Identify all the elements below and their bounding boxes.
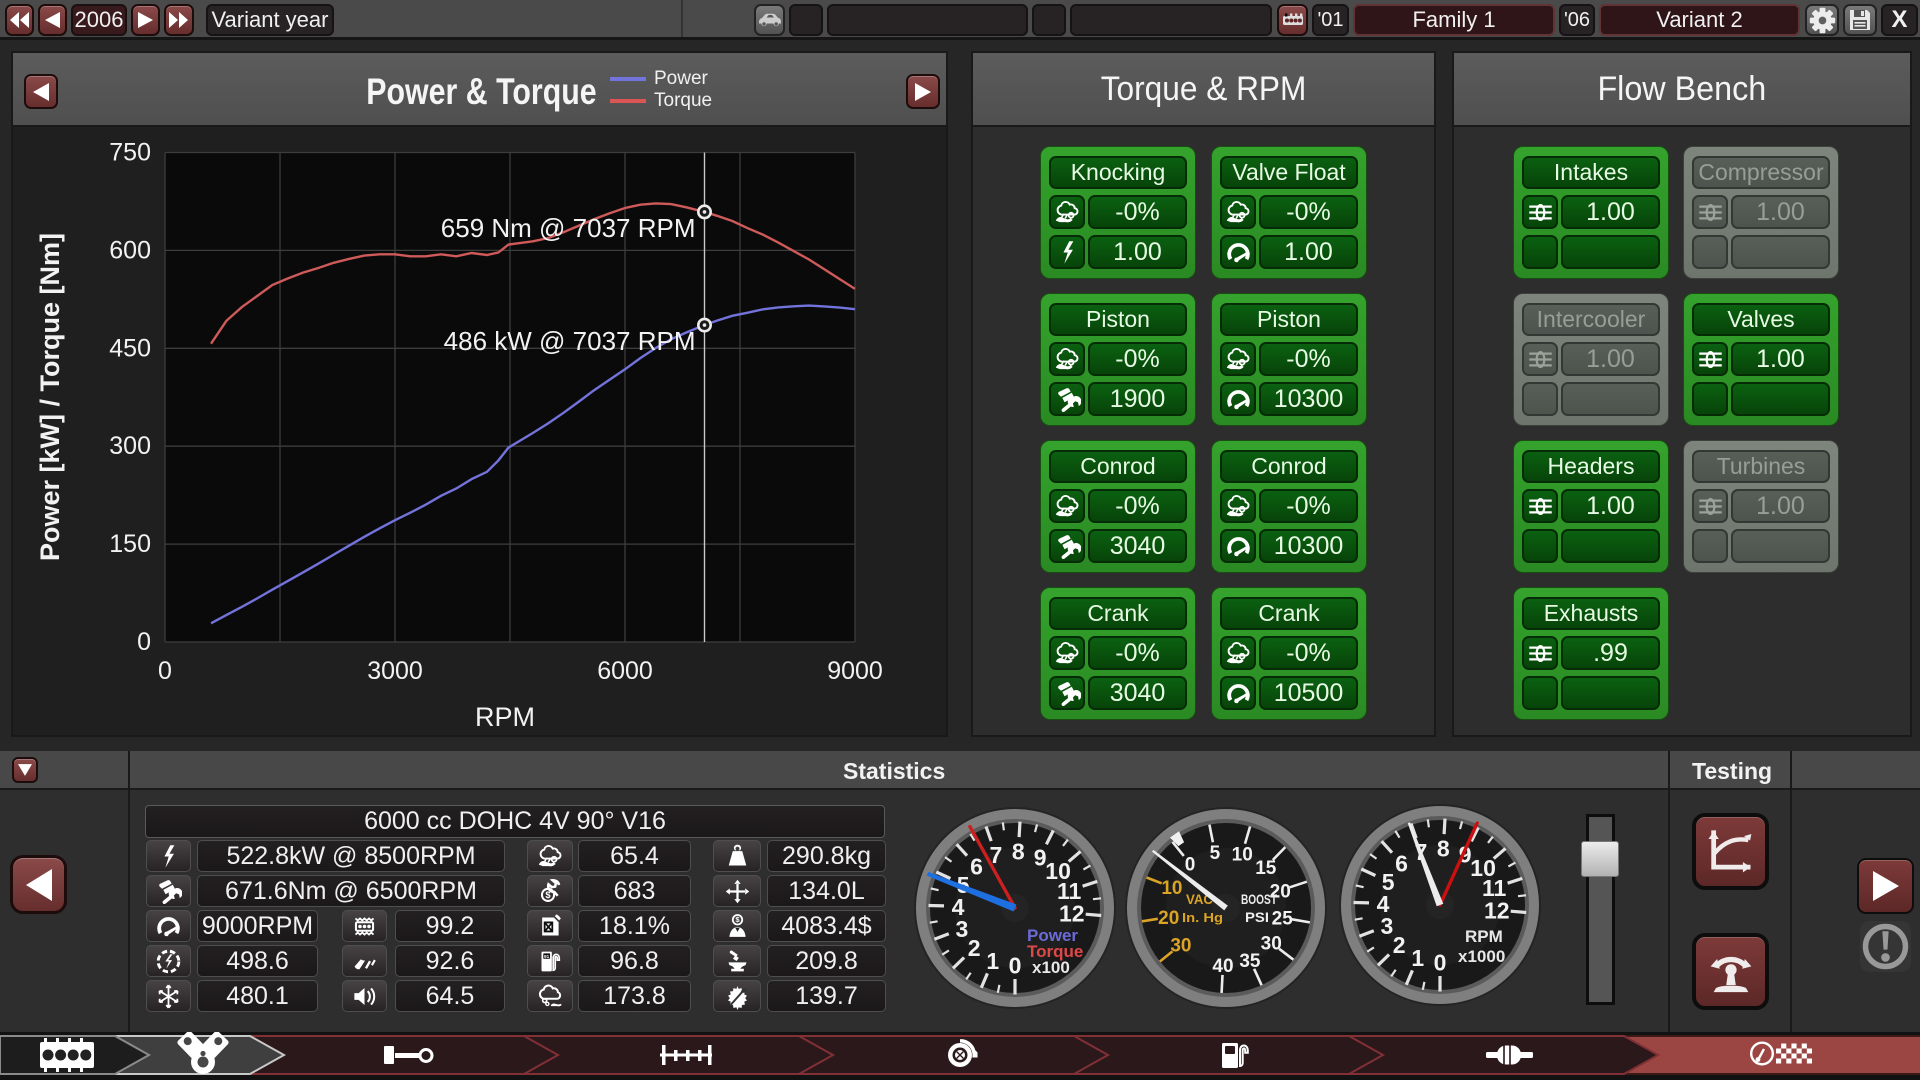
svg-text:35: 35 bbox=[1239, 951, 1261, 972]
svg-text:659 Nm @ 7037 RPM: 659 Nm @ 7037 RPM bbox=[441, 213, 696, 243]
svg-text:30: 30 bbox=[1170, 936, 1191, 957]
svg-text:486 kW @ 7037 RPM: 486 kW @ 7037 RPM bbox=[444, 326, 696, 356]
svg-text:750: 750 bbox=[109, 139, 151, 167]
svg-text:6: 6 bbox=[1395, 851, 1408, 877]
svg-text:150: 150 bbox=[109, 530, 151, 558]
svg-text:6: 6 bbox=[970, 854, 983, 880]
svg-text:9000: 9000 bbox=[827, 657, 883, 685]
svg-text:8: 8 bbox=[1437, 836, 1450, 862]
svg-text:450: 450 bbox=[109, 334, 151, 362]
svg-text:2: 2 bbox=[968, 935, 981, 961]
svg-text:5: 5 bbox=[1210, 843, 1221, 864]
svg-text:BOOST: BOOST bbox=[1241, 891, 1277, 907]
svg-text:Power [kW] / Torque [Nm]: Power [kW] / Torque [Nm] bbox=[35, 233, 65, 561]
svg-text:40: 40 bbox=[1212, 956, 1233, 977]
svg-text:10: 10 bbox=[1232, 844, 1253, 865]
svg-text:0: 0 bbox=[1009, 953, 1022, 979]
svg-text:3: 3 bbox=[956, 916, 969, 942]
svg-text:RPM: RPM bbox=[1465, 927, 1503, 946]
svg-text:25: 25 bbox=[1272, 909, 1294, 930]
svg-text:0: 0 bbox=[137, 628, 151, 656]
svg-text:$: $ bbox=[735, 915, 740, 924]
svg-text:2: 2 bbox=[1393, 932, 1406, 958]
svg-text:12: 12 bbox=[1059, 901, 1085, 927]
svg-text:0: 0 bbox=[1185, 855, 1196, 876]
svg-text:600: 600 bbox=[109, 236, 151, 264]
svg-text:91: 91 bbox=[544, 953, 550, 959]
svg-text:In. Hg: In. Hg bbox=[1182, 910, 1223, 925]
svg-text:RPM: RPM bbox=[475, 702, 535, 732]
svg-text:8: 8 bbox=[1012, 839, 1025, 865]
svg-text:30: 30 bbox=[1261, 934, 1282, 955]
svg-text:10: 10 bbox=[1161, 878, 1182, 899]
svg-text:0: 0 bbox=[1434, 950, 1447, 976]
svg-text:1: 1 bbox=[1411, 945, 1424, 971]
svg-text:PSI: PSI bbox=[1245, 909, 1269, 925]
svg-text:0: 0 bbox=[158, 657, 172, 685]
svg-text:12: 12 bbox=[1484, 898, 1510, 924]
svg-text:x1000: x1000 bbox=[1458, 947, 1505, 966]
svg-text:5: 5 bbox=[1382, 869, 1395, 895]
svg-text:x100: x100 bbox=[1032, 958, 1070, 977]
svg-text:300: 300 bbox=[109, 432, 151, 460]
svg-text:3000: 3000 bbox=[367, 657, 423, 685]
svg-text:3: 3 bbox=[1381, 913, 1394, 939]
svg-text:20: 20 bbox=[1158, 908, 1179, 929]
svg-text:6000: 6000 bbox=[597, 657, 653, 685]
svg-text:$: $ bbox=[545, 890, 551, 901]
svg-text:1: 1 bbox=[986, 948, 999, 974]
svg-text:15: 15 bbox=[1255, 858, 1277, 879]
